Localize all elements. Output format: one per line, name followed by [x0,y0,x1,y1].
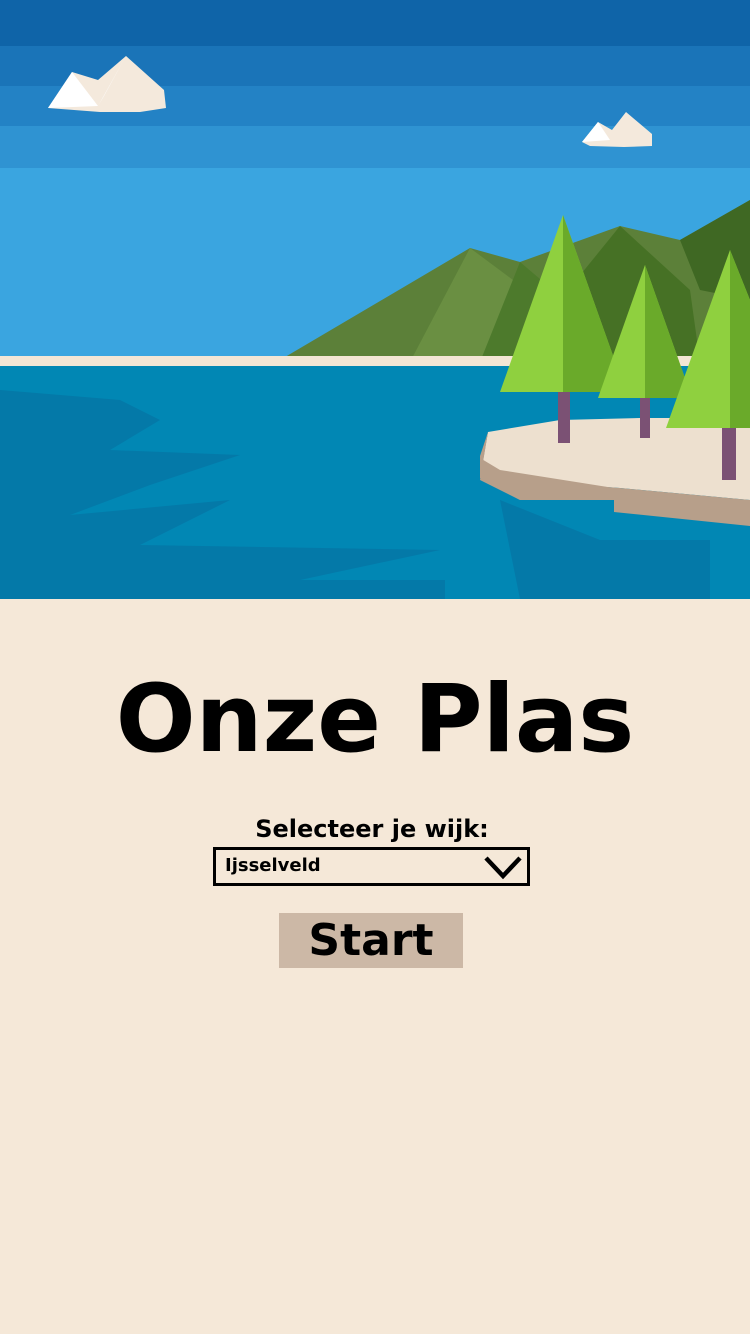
hero-illustration [0,0,750,599]
wijk-dropdown-value: Ijsselveld [225,855,321,876]
wijk-dropdown[interactable]: Ijsselveld [213,847,530,886]
page-title: Onze Plas [115,665,635,774]
start-button[interactable]: Start [279,913,463,968]
wijk-select-label: Selecteer je wijk: [255,815,489,843]
chevron-down-icon [484,856,522,880]
